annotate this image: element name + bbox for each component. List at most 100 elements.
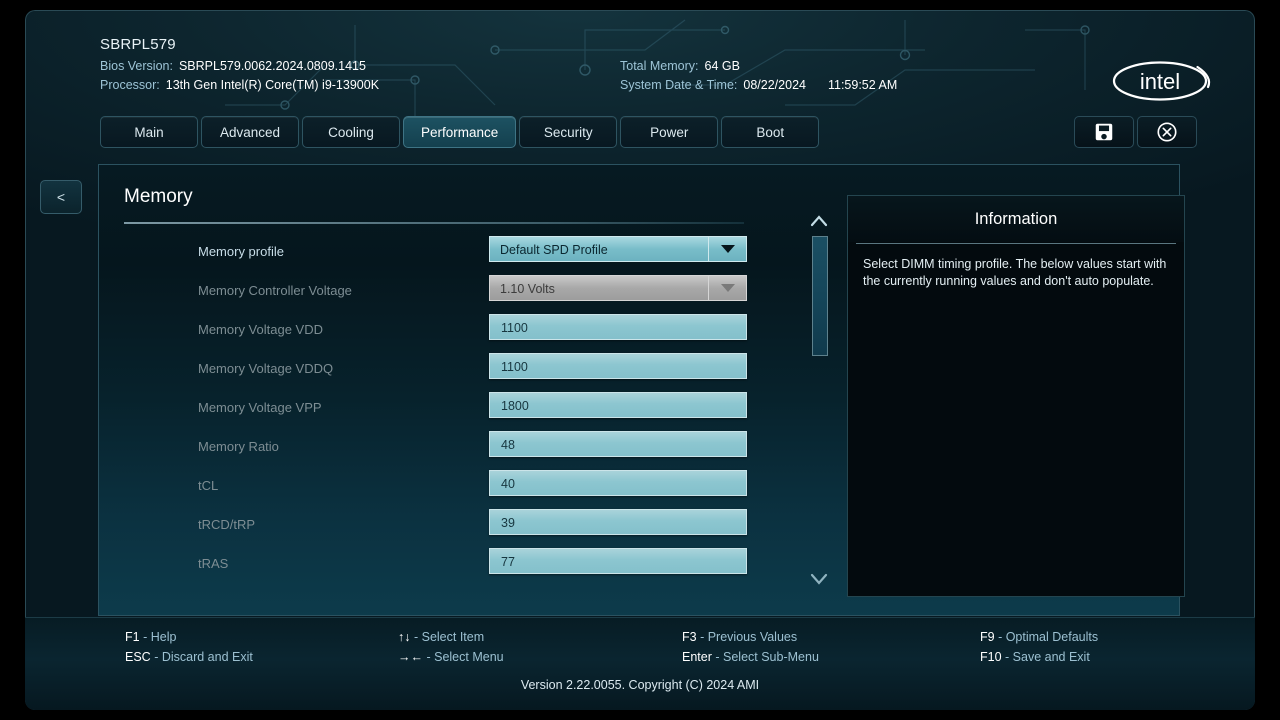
page-title: Memory [124,186,193,207]
processor-value: 13th Gen Intel(R) Core(TM) i9-13900K [165,78,380,92]
save-button[interactable] [1074,116,1134,148]
tras-input-wrap[interactable]: 77 [489,548,747,574]
processor-row: Processor: 13th Gen Intel(R) Core(TM) i9-… [100,78,379,92]
setting-row-tcl[interactable]: tCL 40 [98,468,758,507]
tab-boot[interactable]: Boot [721,116,820,148]
setting-row-memory-controller-voltage[interactable]: Memory Controller Voltage 1.10 Volts [98,273,758,312]
tab-label: Boot [756,124,785,140]
help-key: →← [398,650,423,664]
chevron-down-icon[interactable] [809,572,829,586]
memory-ratio-input[interactable]: 48 [489,431,747,457]
footer-help-bar: F1 - Help ESC - Discard and Exit ↑↓ - Se… [25,617,1255,710]
setting-row-memory-profile[interactable]: Memory profile Default SPD Profile [98,234,758,273]
total-memory-value: 64 GB [704,59,740,73]
settings-scrollbar[interactable] [803,214,835,586]
help-desc: - Discard and Exit [154,650,253,664]
memory-ratio-input-wrap[interactable]: 48 [489,431,747,457]
chevron-up-icon[interactable] [809,214,829,228]
memory-voltage-vddq-input[interactable]: 1100 [489,353,747,379]
tab-power[interactable]: Power [620,116,719,148]
scrollbar-thumb[interactable] [812,236,828,356]
setting-row-memory-voltage-vddq[interactable]: Memory Voltage VDDQ 1100 [98,351,758,390]
memory-voltage-vpp-input[interactable]: 1800 [489,392,747,418]
tab-label: Advanced [219,124,281,140]
main-tab-bar[interactable]: Main Advanced Cooling Performance Securi… [100,116,820,148]
datetime-label: System Date & Time: [620,78,738,92]
setting-row-trcd-trp[interactable]: tRCD/tRP 39 [98,507,758,546]
dropdown-value[interactable]: Default SPD Profile [489,236,708,262]
bios-window: SBRPL579 Bios Version: SBRPL579.0062.2024… [25,10,1255,710]
total-memory-row: Total Memory: 64 GB [620,59,740,73]
information-divider [856,243,1176,244]
floppy-disk-icon [1095,123,1113,141]
header: SBRPL579 Bios Version: SBRPL579.0062.2024… [25,10,1255,110]
tab-main[interactable]: Main [100,116,198,148]
help-key: F9 [980,630,995,644]
help-desc: - Previous Values [700,630,798,644]
chevron-down-icon[interactable] [708,275,747,301]
tab-label: Security [543,124,593,140]
field-label: Memory Voltage VPP [198,400,322,415]
tab-advanced[interactable]: Advanced [201,116,299,148]
intel-logo: intel [1112,61,1211,101]
field-label: Memory Voltage VDD [198,322,323,337]
tab-cooling[interactable]: Cooling [302,116,400,148]
system-datetime-row: System Date & Time: 08/22/2024 11:59:52 AM [620,78,897,92]
system-title: SBRPL579 [100,36,176,53]
chevron-down-icon[interactable] [708,236,747,262]
memory-voltage-vdd-input-wrap[interactable]: 1100 [489,314,747,340]
tab-label: Main [134,124,164,140]
help-desc: - Help [143,630,177,644]
help-item-esc: ESC - Discard and Exit [125,650,253,664]
tab-security[interactable]: Security [519,116,618,148]
memory-profile-dropdown[interactable]: Default SPD Profile [489,236,747,262]
bios-version-label: Bios Version: [100,59,173,73]
field-label: Memory Controller Voltage [198,283,352,298]
field-label: Memory Voltage VDDQ [198,361,334,376]
back-button[interactable]: < [40,180,82,214]
tab-label: Cooling [328,124,374,140]
help-key: F10 [980,650,1002,664]
help-key: F1 [125,630,140,644]
help-desc: - Select Item [413,630,485,644]
tcl-input[interactable]: 40 [489,470,747,496]
date-value: 08/22/2024 [743,78,806,92]
tras-input[interactable]: 77 [489,548,747,574]
setting-row-memory-ratio[interactable]: Memory Ratio 48 [98,429,758,468]
dropdown-value[interactable]: 1.10 Volts [489,275,708,301]
setting-row-memory-voltage-vpp[interactable]: Memory Voltage VPP 1800 [98,390,758,429]
memory-voltage-vdd-input[interactable]: 1100 [489,314,747,340]
settings-content-panel: Memory Memory profile Default SPD Profil… [98,164,1185,616]
help-item-select-item: ↑↓ - Select Item [398,630,484,644]
tcl-input-wrap[interactable]: 40 [489,470,747,496]
help-item-f10: F10 - Save and Exit [980,650,1090,664]
tab-performance[interactable]: Performance [403,116,517,148]
field-label: tCL [198,478,219,493]
memory-controller-voltage-dropdown[interactable]: 1.10 Volts [489,275,747,301]
field-label: tRAS [198,556,229,571]
information-panel-title: Information [848,196,1184,242]
tab-label: Power [650,124,689,140]
help-item-select-menu: →← - Select Menu [398,650,504,664]
tab-label: Performance [421,124,499,140]
setting-row-tras[interactable]: tRAS 77 [98,546,758,585]
field-label: Memory profile [198,244,284,259]
svg-text:intel: intel [1140,69,1180,94]
field-label: Memory Ratio [198,439,279,454]
close-button[interactable] [1137,116,1197,148]
close-circle-icon [1157,122,1177,142]
help-desc: - Select Menu [426,650,504,664]
field-label: tRCD/tRP [198,517,256,532]
scrollbar-track[interactable] [812,232,828,572]
setting-row-memory-voltage-vdd[interactable]: Memory Voltage VDD 1100 [98,312,758,351]
help-item-f1: F1 - Help [125,630,176,644]
processor-label: Processor: [100,78,160,92]
trcd-trp-input[interactable]: 39 [489,509,747,535]
memory-voltage-vddq-input-wrap[interactable]: 1100 [489,353,747,379]
help-key: F3 [682,630,697,644]
bios-version-value: SBRPL579.0062.2024.0809.1415 [178,59,366,73]
trcd-trp-input-wrap[interactable]: 39 [489,509,747,535]
help-desc: - Save and Exit [1005,650,1090,664]
help-key: ↑↓ [398,630,411,644]
memory-voltage-vpp-input-wrap[interactable]: 1800 [489,392,747,418]
